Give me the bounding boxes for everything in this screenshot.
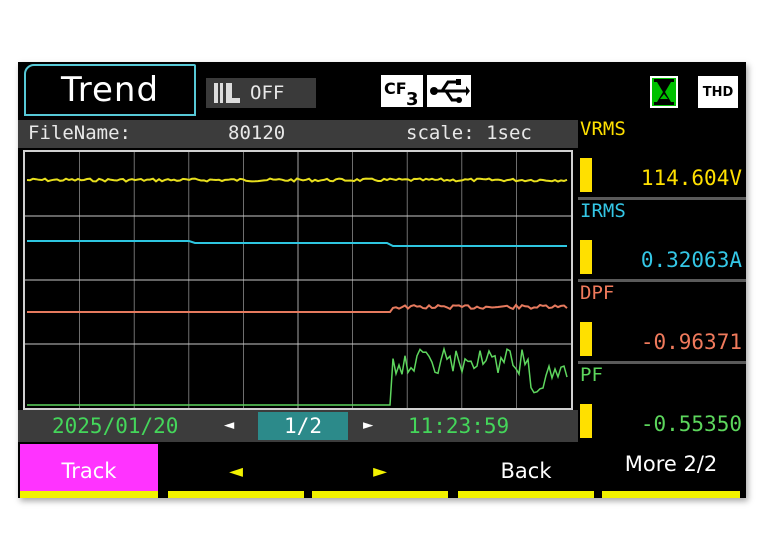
readout-label: VRMS xyxy=(580,118,626,140)
pf-trace xyxy=(27,346,568,406)
filename-label: FileName: xyxy=(28,122,131,144)
trend-date: 2025/01/20 xyxy=(52,414,179,438)
cf-card-icon: CF 3 xyxy=(381,75,423,108)
softkey-underline xyxy=(602,491,740,498)
right-arrow-icon: ► xyxy=(373,460,387,482)
dpf-trace xyxy=(27,303,568,313)
vrms-trace xyxy=(26,177,568,183)
level-bar xyxy=(580,158,592,192)
softkey-underline xyxy=(168,491,304,498)
page-title: Trend xyxy=(24,64,196,116)
record-status[interactable]: OFF xyxy=(206,78,316,108)
hourglass-icon xyxy=(650,76,678,108)
scroll-right-button[interactable]: ► xyxy=(312,444,448,498)
navigation-bar: 2025/01/20 ◄ 1/2 ► 11:23:59 xyxy=(18,410,578,442)
scroll-left-button[interactable]: ◄ xyxy=(168,444,304,498)
irms-trace xyxy=(27,240,567,247)
back-button[interactable]: Back xyxy=(458,444,594,498)
more-button[interactable]: More 2/2 xyxy=(602,444,740,498)
readout-pf: PF -0.55350 xyxy=(578,364,746,444)
track-button-label: Track xyxy=(61,459,117,483)
level-bar xyxy=(580,404,592,438)
cf-card-number: 3 xyxy=(406,89,419,108)
readout-value: 114.604V xyxy=(640,166,742,190)
readout-label: DPF xyxy=(580,282,615,304)
readout-irms: IRMS 0.32063A xyxy=(578,200,746,282)
trend-plot xyxy=(23,150,573,410)
softkey-underline xyxy=(312,491,448,498)
left-arrow-icon: ◄ xyxy=(229,460,243,482)
time-scale: scale: 1sec xyxy=(406,122,532,144)
more-button-label: More 2/2 xyxy=(624,452,718,476)
page-prev-icon[interactable]: ◄ xyxy=(224,415,234,435)
readout-label: IRMS xyxy=(580,200,626,222)
filename-value: 80120 xyxy=(228,122,286,144)
softkey-underline xyxy=(20,491,158,498)
readout-value: -0.55350 xyxy=(640,412,742,436)
readout-dpf: DPF -0.96371 xyxy=(578,282,746,364)
trend-time: 11:23:59 xyxy=(408,414,510,438)
page-next-icon[interactable]: ► xyxy=(363,415,373,435)
trend-plot-svg xyxy=(25,152,571,408)
memory-card-icon xyxy=(214,83,240,103)
instrument-screen: Trend OFF CF 3 THD FileName: 80120 scale… xyxy=(18,62,746,498)
level-bar xyxy=(580,240,592,274)
readout-value: 0.32063A xyxy=(640,248,742,272)
readout-label: PF xyxy=(580,364,603,386)
info-bar: FileName: 80120 scale: 1sec xyxy=(18,120,578,148)
readout-value: -0.96371 xyxy=(640,330,742,354)
readout-vrms: VRMS 114.604V xyxy=(578,118,746,200)
softkey-bar: Track ◄ ► Back More 2/2 xyxy=(18,444,746,498)
page-indicator: 1/2 xyxy=(258,412,348,440)
softkey-underline xyxy=(458,491,594,498)
level-bar xyxy=(580,322,592,356)
track-button[interactable]: Track xyxy=(20,444,158,498)
record-status-text: OFF xyxy=(250,82,285,104)
thd-indicator[interactable]: THD xyxy=(698,76,738,108)
usb-icon xyxy=(427,75,471,107)
cf-card-label: CF xyxy=(384,79,407,98)
back-button-label: Back xyxy=(500,459,552,483)
